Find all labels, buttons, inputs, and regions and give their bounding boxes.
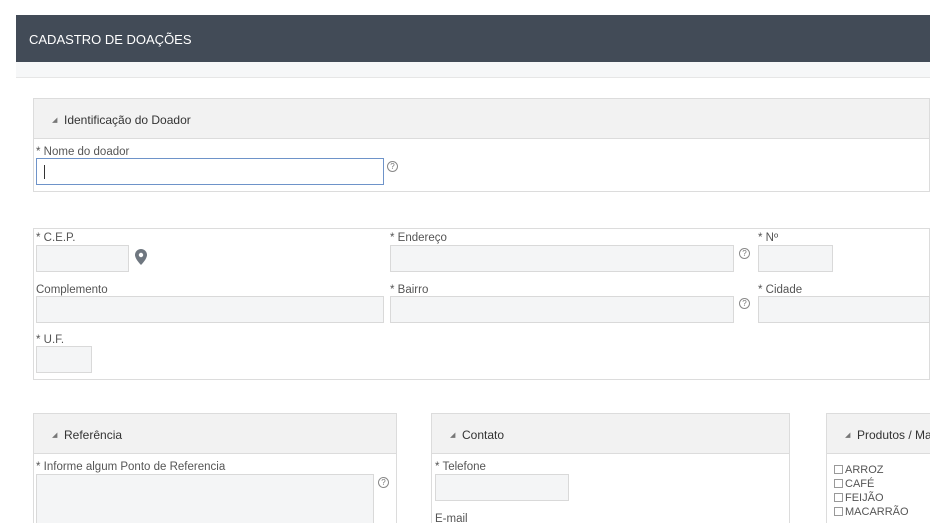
cep-label: * C.E.P. <box>36 232 76 244</box>
ponto-referencia-textarea[interactable] <box>36 474 374 523</box>
contato-panel-header[interactable]: ◢ Contato <box>432 414 789 454</box>
produto-checkbox[interactable]: MACARRÃO <box>834 506 909 518</box>
cidade-input[interactable] <box>758 296 930 323</box>
telefone-label: * Telefone <box>435 461 486 473</box>
email-label: E-mail <box>435 513 468 523</box>
checkbox-icon[interactable] <box>834 465 843 474</box>
ponto-referencia-label: * Informe algum Ponto de Referencia <box>36 461 226 473</box>
checkbox-icon[interactable] <box>834 479 843 488</box>
nome-input[interactable] <box>36 158 384 185</box>
checkbox-icon[interactable] <box>834 493 843 502</box>
caret-down-icon: ◢ <box>52 432 58 439</box>
produto-checkbox[interactable]: FEIJÃO <box>834 492 884 504</box>
produto-label: ARROZ <box>845 464 884 476</box>
cidade-label: * Cidade <box>758 284 803 296</box>
telefone-input[interactable] <box>435 474 569 501</box>
produto-checkbox[interactable]: CAFÉ <box>834 478 874 490</box>
referencia-section-title: Referência <box>64 428 123 442</box>
text-cursor <box>44 165 45 179</box>
help-circle-icon[interactable]: ? <box>387 161 398 172</box>
complemento-label: Complemento <box>36 284 108 296</box>
doador-panel-header[interactable]: ◢ Identificação do Doador <box>34 99 929 139</box>
caret-down-icon: ◢ <box>845 432 851 439</box>
produto-label: CAFÉ <box>845 478 875 490</box>
bairro-label: * Bairro <box>390 284 429 296</box>
endereco-input[interactable] <box>390 245 734 272</box>
produto-checkbox[interactable]: ARROZ <box>834 464 884 476</box>
numero-label: * Nº <box>758 232 779 244</box>
app-header: CADASTRO DE DOAÇÕES <box>16 15 930 62</box>
numero-input[interactable] <box>758 245 833 272</box>
bairro-input[interactable] <box>390 296 734 323</box>
contato-section-title: Contato <box>462 428 505 442</box>
uf-label: * U.F. <box>36 334 65 346</box>
produto-label: MACARRÃO <box>845 506 909 518</box>
map-pin-icon[interactable] <box>135 249 147 265</box>
doador-section-title: Identificação do Doador <box>64 113 191 127</box>
produto-label: FEIJÃO <box>845 492 884 504</box>
produtos-section-title: Produtos / Ma <box>857 428 930 442</box>
help-circle-icon[interactable]: ? <box>739 298 750 309</box>
cep-input[interactable] <box>36 245 129 272</box>
caret-down-icon: ◢ <box>450 432 456 439</box>
page-title: CADASTRO DE DOAÇÕES <box>29 32 192 47</box>
complemento-input[interactable] <box>36 296 384 323</box>
produtos-panel-header[interactable]: ◢ Produtos / Ma <box>827 414 930 454</box>
help-circle-icon[interactable]: ? <box>739 248 750 259</box>
nome-label: * Nome do doador <box>36 146 130 158</box>
header-subbar <box>16 62 930 78</box>
endereco-label: * Endereço <box>390 232 447 244</box>
help-circle-icon[interactable]: ? <box>378 477 389 488</box>
caret-down-icon: ◢ <box>52 117 58 124</box>
uf-input[interactable] <box>36 346 92 373</box>
checkbox-icon[interactable] <box>834 507 843 516</box>
referencia-panel-header[interactable]: ◢ Referência <box>34 414 396 454</box>
